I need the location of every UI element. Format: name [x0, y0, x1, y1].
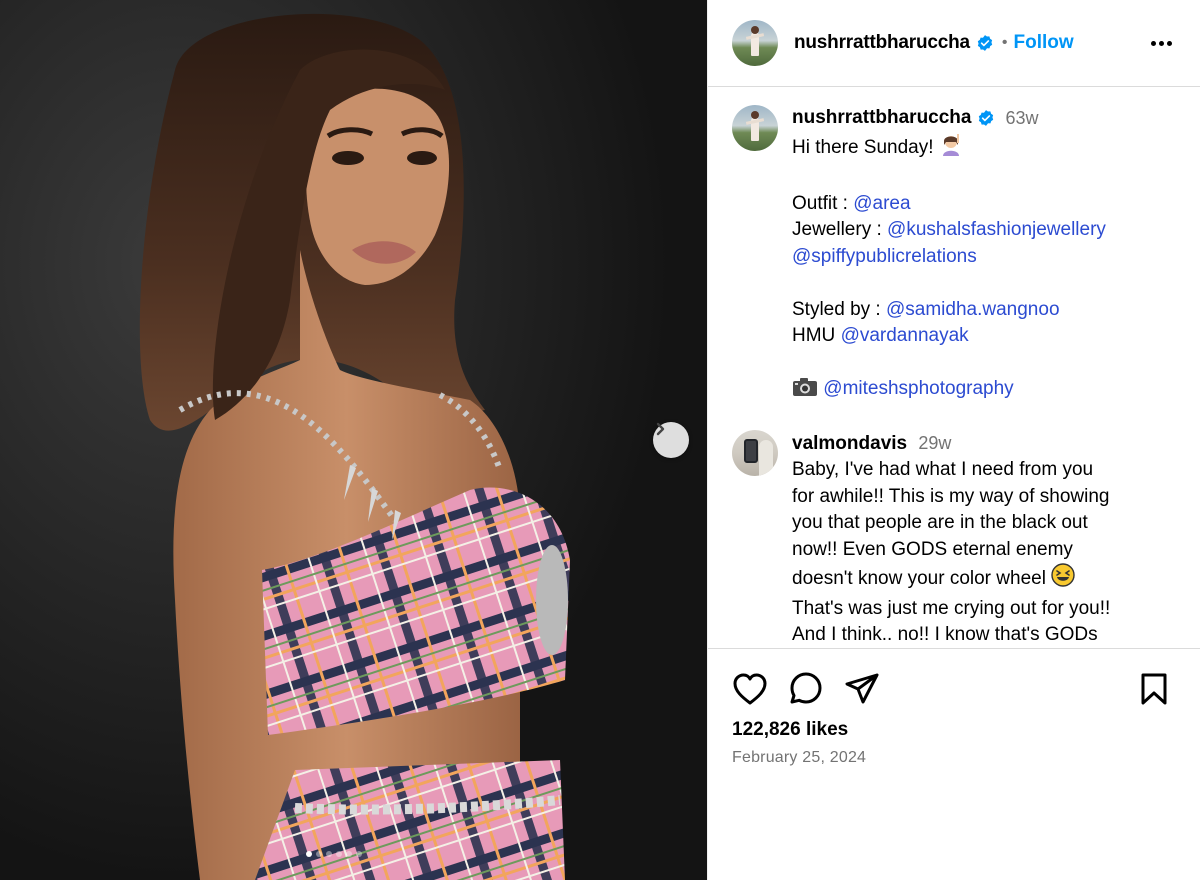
- caption-text-segment: Outfit :: [792, 192, 854, 214]
- caption: nushrrattbharuccha 63w Hi there Sunday! …: [708, 88, 1200, 406]
- mention-link[interactable]: @spiffypublicrelations: [792, 246, 977, 267]
- caption-line: Hi there Sunday!: [792, 132, 1106, 165]
- caption-line: Styled by : @samidha.wangnoo: [792, 297, 1106, 324]
- comment-line: And I think.. no!! I know that's GODs: [792, 622, 1110, 648]
- caption-line: @miteshsphotography: [792, 376, 1106, 406]
- comment-text-segment: Baby, I've had what I need from you: [792, 459, 1094, 480]
- caption-timestamp[interactable]: 63w: [1005, 105, 1038, 132]
- author-avatar[interactable]: [732, 20, 778, 66]
- carousel-dot[interactable]: [326, 851, 332, 857]
- carousel-indicator: [306, 851, 362, 857]
- comment-line: Baby, I've had what I need from you: [792, 457, 1110, 484]
- carousel-dot[interactable]: [336, 851, 342, 857]
- post-image[interactable]: [0, 0, 707, 880]
- caption-text-segment: HMU: [792, 325, 841, 346]
- caption-line: [792, 350, 1106, 377]
- author-username[interactable]: nushrrattbharuccha: [794, 32, 970, 54]
- mention-link[interactable]: @miteshsphotography: [823, 378, 1013, 399]
- caption-text: Hi there Sunday! Outfit : @area Jewellery…: [792, 132, 1106, 406]
- carousel-dot[interactable]: [356, 851, 362, 857]
- comment-text-segment: now!! Even GODS eternal enemy: [792, 538, 1073, 560]
- like-heart-icon[interactable]: [732, 672, 768, 706]
- commenter-username[interactable]: valmondavis: [792, 433, 907, 454]
- mention-link[interactable]: @area: [853, 193, 910, 214]
- mention-link[interactable]: @kushalsfashionjewellery: [887, 219, 1106, 240]
- save-bookmark-icon[interactable]: [1139, 672, 1169, 706]
- carousel-dot[interactable]: [306, 851, 312, 857]
- comments-section[interactable]: nushrrattbharuccha 63w Hi there Sunday! …: [708, 88, 1200, 648]
- comment-text-segment: for awhile!! This is my way of showing: [792, 485, 1110, 507]
- caption-line: HMU @vardannayak: [792, 323, 1106, 350]
- post-date[interactable]: February 25, 2024: [732, 749, 1177, 767]
- comment: valmondavis 29w Baby, I've had what I ne…: [708, 406, 1200, 649]
- comment-line: doesn't know your color wheel: [792, 563, 1110, 596]
- caption-line: Jewellery : @kushalsfashionjewellery: [792, 217, 1106, 244]
- comment-text-segment: And I think.. no!! I know that's GODs: [792, 624, 1098, 645]
- photo-illustration: [0, 0, 707, 880]
- comment-text-segment: you that people are in the black out: [792, 512, 1088, 533]
- comment-bubble-icon[interactable]: [788, 671, 824, 707]
- comment-line: now!! Even GODS eternal enemy: [792, 537, 1110, 564]
- comment-text: Baby, I've had what I need from you for a…: [792, 457, 1110, 648]
- mention-link[interactable]: @vardannayak: [841, 325, 969, 346]
- caption-line: [792, 270, 1106, 297]
- caption-line: @spiffypublicrelations: [792, 244, 1106, 271]
- camera-emoji-icon: [792, 377, 818, 406]
- separator-dot: •: [1001, 34, 1008, 51]
- more-options-icon[interactable]: [1151, 40, 1172, 46]
- comment-text-segment: That's was just me crying out for you!!: [792, 597, 1111, 619]
- post-header: nushrrattbharuccha • Follow: [708, 0, 1200, 87]
- carousel-dot[interactable]: [346, 851, 352, 857]
- caption-line: Outfit : @area: [792, 191, 1106, 218]
- comment-text-segment: doesn't know your color wheel: [792, 568, 1052, 589]
- post-details-panel: nushrrattbharuccha • Follow nushrrattbha…: [707, 0, 1200, 880]
- likes-count[interactable]: 122,826 likes: [732, 719, 1177, 741]
- verified-badge-icon: [977, 109, 995, 127]
- share-send-icon[interactable]: [844, 672, 880, 706]
- caption-line: [792, 164, 1106, 191]
- post-actions: 122,826 likes February 25, 2024: [708, 648, 1200, 767]
- comment-line: for awhile!! This is my way of showing: [792, 484, 1110, 511]
- carousel-next-button[interactable]: [653, 422, 689, 458]
- laughing-face-emoji-icon: [1051, 563, 1075, 596]
- caption-text-segment: Hi there Sunday!: [792, 136, 939, 158]
- comment-line: That's was just me crying out for you!!: [792, 596, 1110, 623]
- woman-raising-hand-emoji-icon: [939, 132, 963, 165]
- caption-username[interactable]: nushrrattbharuccha: [792, 105, 971, 132]
- verified-badge-icon: [976, 34, 994, 52]
- caption-text-segment: Jewellery :: [792, 219, 888, 240]
- comment-timestamp[interactable]: 29w: [918, 433, 951, 453]
- chevron-right-icon: [656, 422, 665, 436]
- mention-link[interactable]: @samidha.wangnoo: [886, 299, 1060, 320]
- carousel-dot[interactable]: [316, 851, 322, 857]
- commenter-avatar[interactable]: [732, 429, 778, 476]
- caption-author-avatar[interactable]: [732, 105, 778, 151]
- caption-text-segment: Styled by :: [792, 298, 886, 320]
- comment-line: you that people are in the black out: [792, 510, 1110, 537]
- follow-button[interactable]: Follow: [1014, 32, 1074, 54]
